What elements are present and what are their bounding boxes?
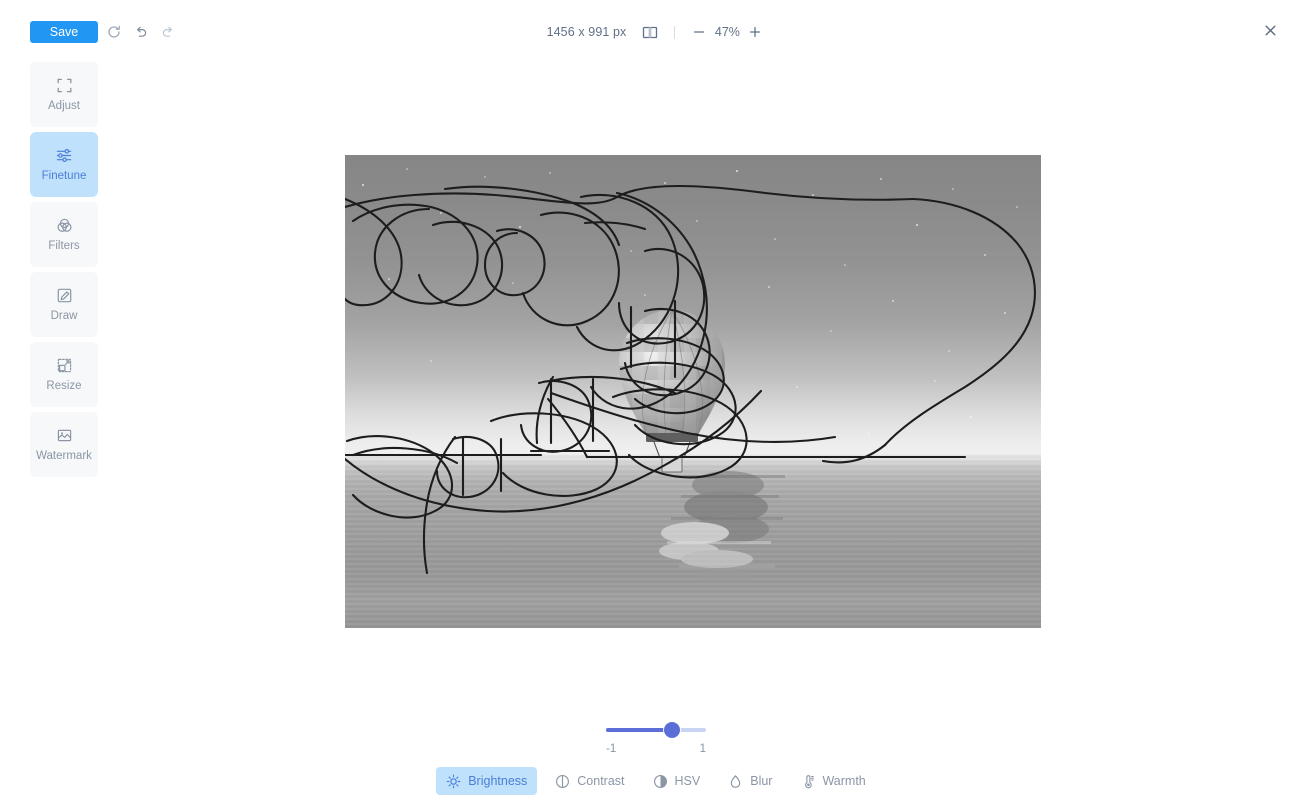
plus-icon[interactable] (745, 22, 765, 42)
slider-thumb[interactable] (664, 722, 680, 738)
minus-icon[interactable] (689, 22, 709, 42)
close-icon[interactable] (1261, 21, 1279, 39)
brightness-slider[interactable] (606, 718, 706, 740)
image-canvas[interactable] (345, 155, 1041, 628)
sidebar-item-label: Adjust (48, 99, 80, 112)
sidebar-item-watermark[interactable]: Watermark (30, 412, 98, 477)
tool-hsv[interactable]: HSV (643, 767, 711, 795)
save-button[interactable]: Save (30, 21, 98, 43)
tool-label: HSV (674, 774, 701, 788)
sidebar-item-finetune[interactable]: Finetune (30, 132, 98, 197)
hsv-icon (653, 774, 668, 789)
compare-view-icon[interactable] (640, 22, 660, 42)
sidebar-item-resize[interactable]: Resize (30, 342, 98, 407)
header-divider (674, 25, 676, 39)
history-controls (104, 22, 178, 42)
resize-icon (56, 357, 73, 374)
undo-icon[interactable] (131, 22, 151, 42)
thermometer-icon (800, 774, 815, 789)
image-editor-app: Save 1456 x 991 px 47% Adjust Finetune F… (0, 0, 1312, 806)
tool-label: Blur (750, 774, 773, 788)
slider-max-label: 1 (699, 743, 706, 755)
reset-icon[interactable] (104, 22, 124, 42)
redo-icon[interactable] (158, 22, 178, 42)
sidebar-item-adjust[interactable]: Adjust (30, 62, 98, 127)
sidebar-item-label: Watermark (36, 449, 92, 462)
sidebar-item-filters[interactable]: Filters (30, 202, 98, 267)
tool-blur[interactable]: Blur (718, 767, 782, 795)
tool-warmth[interactable]: Warmth (790, 767, 875, 795)
edited-photo (345, 155, 1041, 628)
finetune-toolbar: Brightness Contrast HSV Blur Warmth (0, 766, 1312, 796)
image-dimensions-label: 1456 x 991 px (546, 25, 627, 39)
sidebar-item-label: Resize (46, 379, 82, 392)
droplet-icon (728, 774, 743, 789)
tools-sidebar: Adjust Finetune Filters Draw Resize Wate… (30, 62, 98, 477)
pencil-icon (56, 287, 73, 304)
crop-icon (56, 77, 73, 94)
header-bar: Save 1456 x 991 px 47% (0, 0, 1312, 62)
sliders-icon (55, 147, 73, 164)
contrast-icon (555, 774, 570, 789)
zoom-level-label: 47% (714, 25, 740, 39)
sun-icon (446, 774, 461, 789)
tool-contrast[interactable]: Contrast (545, 767, 634, 795)
sidebar-item-label: Finetune (41, 169, 87, 182)
tool-label: Contrast (577, 774, 625, 788)
image-icon (56, 427, 73, 444)
slider-min-label: -1 (606, 743, 617, 755)
adjustment-slider-area: -1 1 (0, 718, 1312, 755)
sidebar-item-label: Filters (48, 239, 80, 252)
slider-fill (606, 728, 672, 732)
tool-brightness[interactable]: Brightness (436, 767, 538, 795)
header-center-group: 1456 x 991 px 47% (0, 21, 1312, 43)
zoom-controls: 47% (689, 22, 765, 42)
tool-label: Brightness (468, 774, 528, 788)
sidebar-item-label: Draw (50, 309, 78, 322)
slider-range-labels: -1 1 (606, 743, 706, 755)
tool-label: Warmth (822, 774, 866, 788)
sidebar-item-draw[interactable]: Draw (30, 272, 98, 337)
drawing-overlay (345, 185, 1036, 575)
filters-icon (56, 217, 73, 234)
